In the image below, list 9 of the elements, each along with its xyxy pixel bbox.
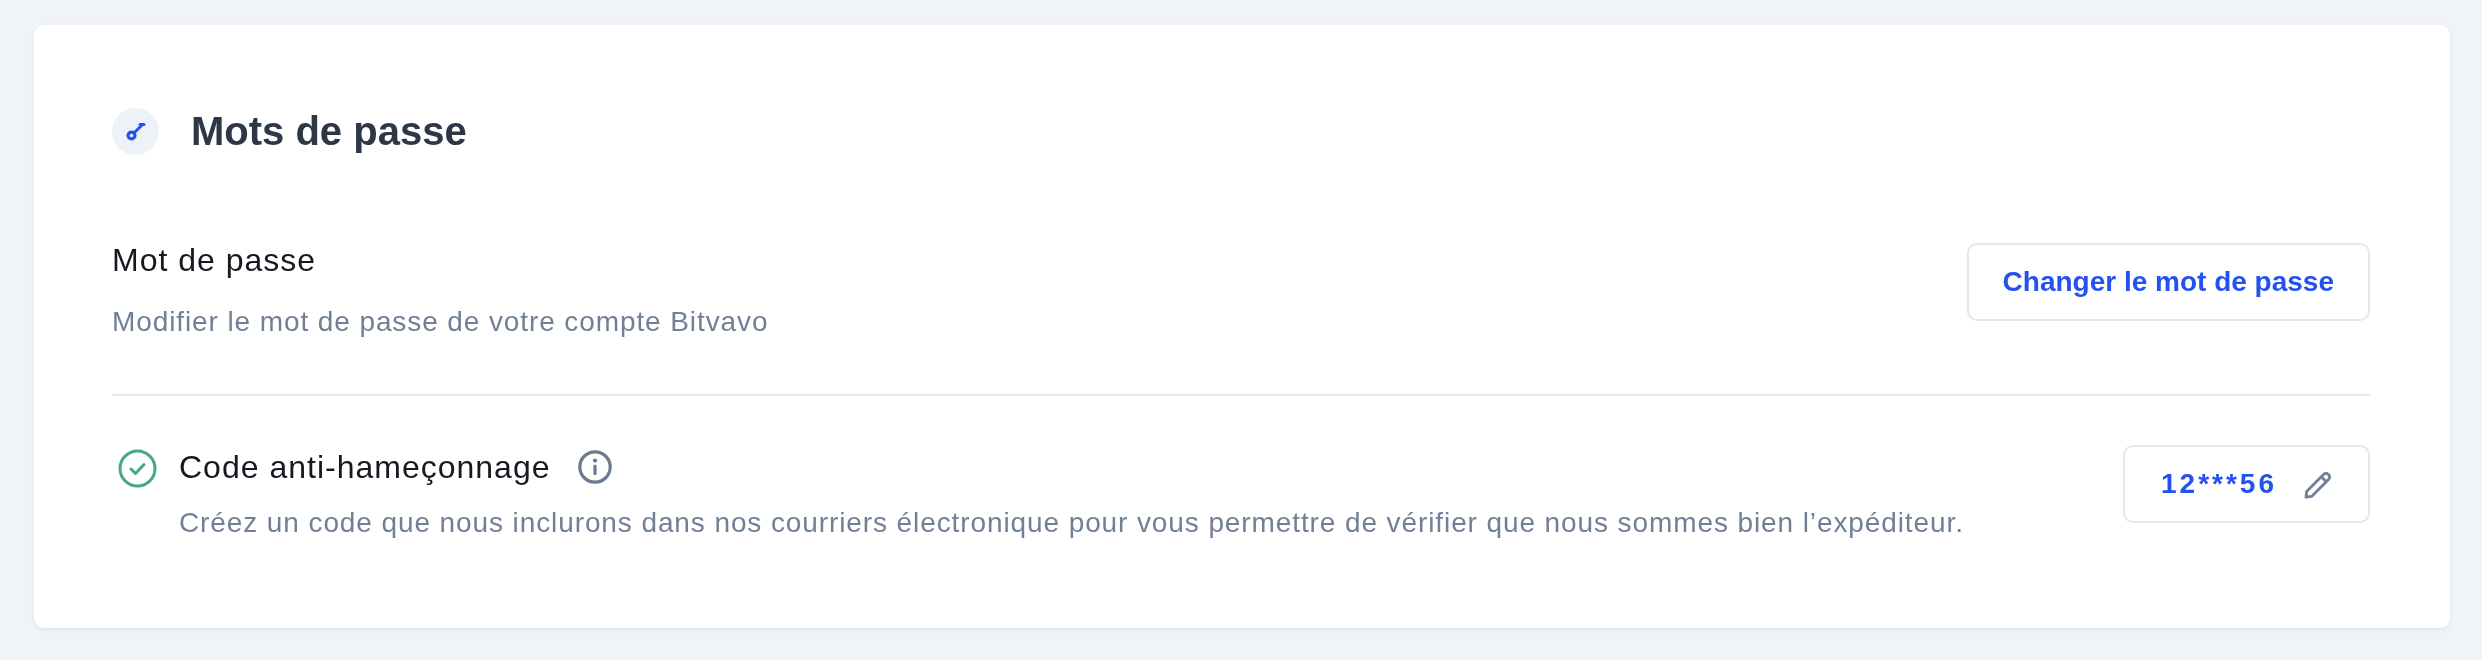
setting-label: Mot de passe [112,241,318,279]
info-icon[interactable] [578,450,613,484]
setting-description: Modifier le mot de passe de votre compte Bitvavo [112,305,769,339]
section-title: Mots de passe [191,108,467,155]
setting-label: Code anti-hameçonnage [179,448,551,486]
key-icon [112,108,159,155]
change-password-button[interactable]: Changer le mot de passe [1966,243,2370,321]
setting-description: Créez un code que nous inclurons dans nos courriers électronique pour vous permettre de vérifier que nous sommes bien l’expéditeur. [179,506,1964,540]
edit-code-button[interactable]: 12***56 [2123,445,2370,523]
